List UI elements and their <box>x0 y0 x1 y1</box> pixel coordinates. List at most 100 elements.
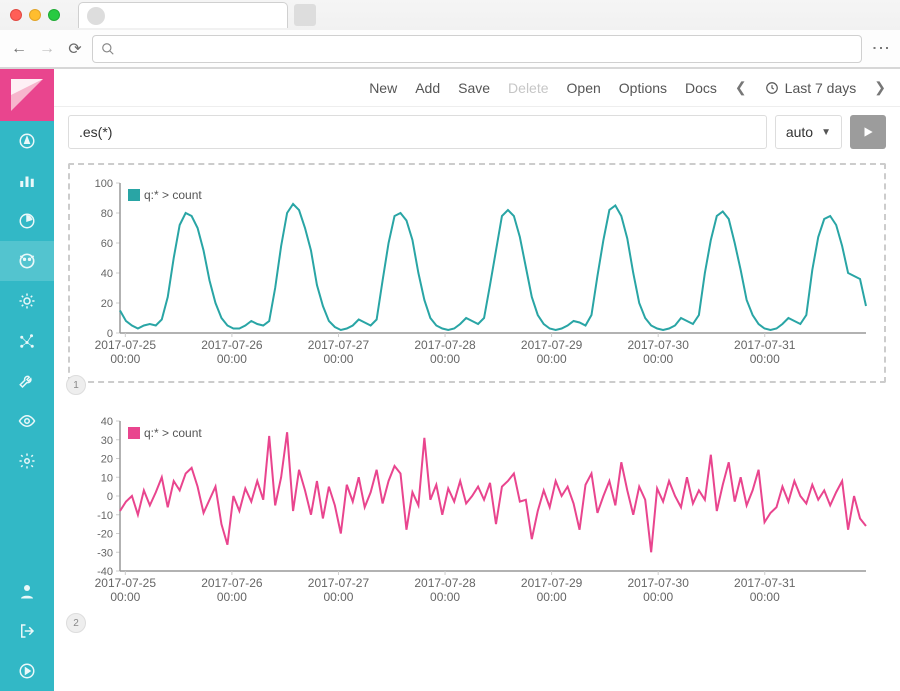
menu-docs[interactable]: Docs <box>685 80 717 96</box>
time-next-button[interactable]: ❯ <box>874 79 886 96</box>
svg-text:-30: -30 <box>97 547 113 559</box>
svg-text:00:00: 00:00 <box>323 352 353 366</box>
chart-index-badge: 2 <box>66 613 86 633</box>
chart-panel-2[interactable]: -40-30-20-100102030402017-07-2500:002017… <box>68 401 886 621</box>
graph-icon[interactable] <box>0 321 54 361</box>
svg-text:2017-07-27: 2017-07-27 <box>308 338 370 352</box>
svg-text:-20: -20 <box>97 529 113 541</box>
svg-text:00:00: 00:00 <box>110 590 140 604</box>
menu-options[interactable]: Options <box>619 80 667 96</box>
menu-add[interactable]: Add <box>415 80 440 96</box>
svg-text:2017-07-29: 2017-07-29 <box>521 338 583 352</box>
close-window-button[interactable] <box>10 9 22 21</box>
svg-text:2017-07-31: 2017-07-31 <box>734 338 796 352</box>
svg-text:00:00: 00:00 <box>750 590 780 604</box>
visualize-icon[interactable] <box>0 161 54 201</box>
logout-icon[interactable] <box>0 611 54 651</box>
svg-text:60: 60 <box>101 238 113 250</box>
svg-text:40: 40 <box>101 416 113 428</box>
svg-text:2017-07-26: 2017-07-26 <box>201 338 263 352</box>
svg-text:00:00: 00:00 <box>643 352 673 366</box>
svg-text:2017-07-31: 2017-07-31 <box>734 576 796 590</box>
svg-text:00:00: 00:00 <box>537 352 567 366</box>
time-range-picker[interactable]: Last 7 days <box>765 80 857 96</box>
navbar: ← → ⟳ ⋮ <box>0 30 900 68</box>
svg-text:00:00: 00:00 <box>430 590 460 604</box>
kibana-logo[interactable] <box>0 69 54 121</box>
time-range-label: Last 7 days <box>785 80 857 96</box>
menu-new[interactable]: New <box>369 80 397 96</box>
sidebar <box>0 69 54 691</box>
interval-select[interactable]: auto ▼ <box>775 115 842 149</box>
svg-text:30: 30 <box>101 435 113 447</box>
svg-text:40: 40 <box>101 268 113 280</box>
content-area: New Add Save Delete Open Options Docs ❮ … <box>54 69 900 691</box>
svg-text:00:00: 00:00 <box>750 352 780 366</box>
minimize-window-button[interactable] <box>29 9 41 21</box>
run-button[interactable] <box>850 115 886 149</box>
query-input[interactable]: .es(*) <box>68 115 767 149</box>
back-button[interactable]: ← <box>8 38 30 60</box>
svg-text:2017-07-28: 2017-07-28 <box>414 338 476 352</box>
svg-text:q:* > count: q:* > count <box>144 426 202 440</box>
svg-text:10: 10 <box>101 472 113 484</box>
collapse-icon[interactable] <box>0 651 54 691</box>
chart-index-badge: 1 <box>66 375 86 395</box>
new-tab-button[interactable] <box>294 4 316 26</box>
user-icon[interactable] <box>0 571 54 611</box>
window-controls <box>10 9 60 21</box>
search-icon <box>101 42 115 56</box>
svg-text:2017-07-28: 2017-07-28 <box>414 576 476 590</box>
svg-text:100: 100 <box>95 178 113 190</box>
maximize-window-button[interactable] <box>48 9 60 21</box>
svg-text:2017-07-27: 2017-07-27 <box>308 576 370 590</box>
query-expression: .es(*) <box>79 124 112 140</box>
svg-text:00:00: 00:00 <box>430 352 460 366</box>
wrench-icon[interactable] <box>0 361 54 401</box>
svg-text:2017-07-25: 2017-07-25 <box>95 576 157 590</box>
play-icon <box>861 125 875 139</box>
titlebar <box>0 0 900 30</box>
chart-1-svg: 0204060801002017-07-2500:002017-07-2600:… <box>78 173 876 373</box>
svg-text:-10: -10 <box>97 510 113 522</box>
svg-text:00:00: 00:00 <box>110 352 140 366</box>
query-bar: .es(*) auto ▼ <box>54 107 900 157</box>
devtools-icon[interactable] <box>0 281 54 321</box>
dashboard-icon[interactable] <box>0 201 54 241</box>
svg-text:0: 0 <box>107 491 113 503</box>
caret-down-icon: ▼ <box>821 127 831 138</box>
kibana-app: New Add Save Delete Open Options Docs ❮ … <box>0 69 900 691</box>
timelion-icon[interactable] <box>0 241 54 281</box>
svg-text:20: 20 <box>101 298 113 310</box>
browser-tab[interactable] <box>78 2 288 28</box>
svg-text:00:00: 00:00 <box>643 590 673 604</box>
time-prev-button[interactable]: ❮ <box>735 79 747 96</box>
reload-button[interactable]: ⟳ <box>64 38 86 60</box>
menu-delete: Delete <box>508 80 548 96</box>
menu-save[interactable]: Save <box>458 80 490 96</box>
svg-text:20: 20 <box>101 454 113 466</box>
clock-icon <box>765 81 779 95</box>
menu-open[interactable]: Open <box>567 80 601 96</box>
top-menu: New Add Save Delete Open Options Docs ❮ … <box>54 69 900 107</box>
chart-panel-1[interactable]: 0204060801002017-07-2500:002017-07-2600:… <box>68 163 886 383</box>
svg-text:2017-07-30: 2017-07-30 <box>627 576 689 590</box>
svg-text:2017-07-26: 2017-07-26 <box>201 576 263 590</box>
browser-chrome: ← → ⟳ ⋮ <box>0 0 900 69</box>
svg-text:2017-07-30: 2017-07-30 <box>627 338 689 352</box>
chart-2-svg: -40-30-20-100102030402017-07-2500:002017… <box>78 411 876 611</box>
eye-icon[interactable] <box>0 401 54 441</box>
svg-text:q:* > count: q:* > count <box>144 188 202 202</box>
browser-menu-button[interactable]: ⋮ <box>868 39 892 58</box>
discover-icon[interactable] <box>0 121 54 161</box>
svg-text:00:00: 00:00 <box>217 352 247 366</box>
interval-label: auto <box>786 124 813 140</box>
svg-text:80: 80 <box>101 208 113 220</box>
url-bar[interactable] <box>92 35 862 63</box>
svg-text:00:00: 00:00 <box>323 590 353 604</box>
charts-container: 0204060801002017-07-2500:002017-07-2600:… <box>54 157 900 691</box>
forward-button[interactable]: → <box>36 38 58 60</box>
svg-text:00:00: 00:00 <box>537 590 567 604</box>
gear-icon[interactable] <box>0 441 54 481</box>
svg-text:2017-07-29: 2017-07-29 <box>521 576 583 590</box>
